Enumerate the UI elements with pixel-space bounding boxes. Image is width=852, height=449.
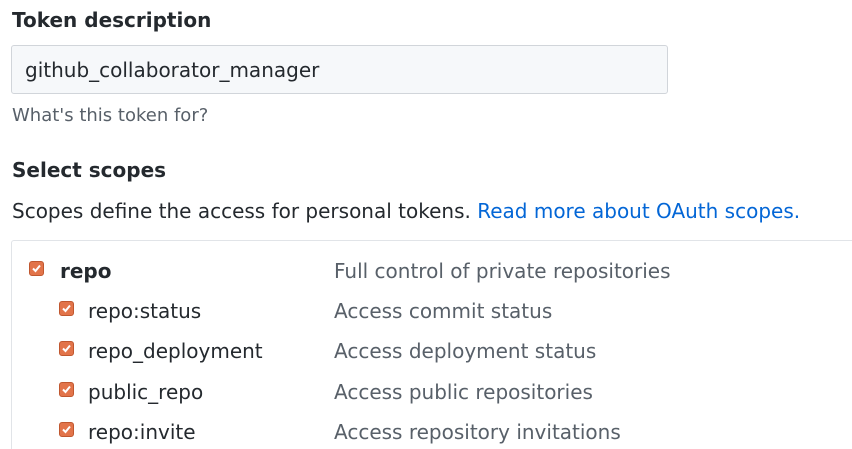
oauth-scopes-link[interactable]: Read more about OAuth scopes.: [477, 199, 800, 223]
select-scopes-heading: Select scopes: [12, 158, 167, 182]
scope-name: repo:status: [88, 299, 202, 323]
scope-description: Access public repositories: [334, 380, 593, 404]
scopes-description: Scopes define the access for personal to…: [12, 197, 800, 225]
scope-row-public-repo: public_repo Access public repositories: [12, 378, 852, 408]
scope-name: repo:invite: [88, 420, 196, 444]
scope-checkbox-public-repo[interactable]: [59, 382, 74, 397]
token-description-input[interactable]: [11, 45, 668, 94]
scope-checkbox-repo-deployment[interactable]: [59, 341, 74, 356]
scope-checkbox-repo-status[interactable]: [59, 301, 74, 316]
scope-row-repo-status: repo:status Access commit status: [12, 297, 852, 327]
scope-row-repo-deployment: repo_deployment Access deployment status: [12, 337, 852, 367]
scopes-description-text: Scopes define the access for personal to…: [12, 199, 471, 223]
scope-checkbox-repo[interactable]: [29, 261, 44, 276]
checkmark-icon: [62, 425, 71, 434]
checkmark-icon: [32, 264, 41, 273]
scope-name: public_repo: [88, 380, 204, 404]
checkmark-icon: [62, 385, 71, 394]
scopes-list: repo Full control of private repositorie…: [11, 240, 852, 449]
checkmark-icon: [62, 344, 71, 353]
token-description-label: Token description: [12, 8, 212, 32]
scope-row-repo-invite: repo:invite Access repository invitation…: [12, 418, 852, 448]
token-description-hint: What's this token for?: [12, 105, 209, 126]
checkmark-icon: [62, 304, 71, 313]
scope-description: Access deployment status: [334, 339, 597, 363]
token-form: Token description What's this token for?…: [0, 0, 852, 449]
scope-description: Full control of private repositories: [334, 259, 671, 283]
scope-name: repo: [60, 259, 112, 283]
scope-name: repo_deployment: [88, 339, 263, 363]
scope-checkbox-repo-invite[interactable]: [59, 422, 74, 437]
scope-description: Access repository invitations: [334, 420, 621, 444]
scope-description: Access commit status: [334, 299, 553, 323]
scope-row-repo: repo Full control of private repositorie…: [12, 257, 852, 287]
